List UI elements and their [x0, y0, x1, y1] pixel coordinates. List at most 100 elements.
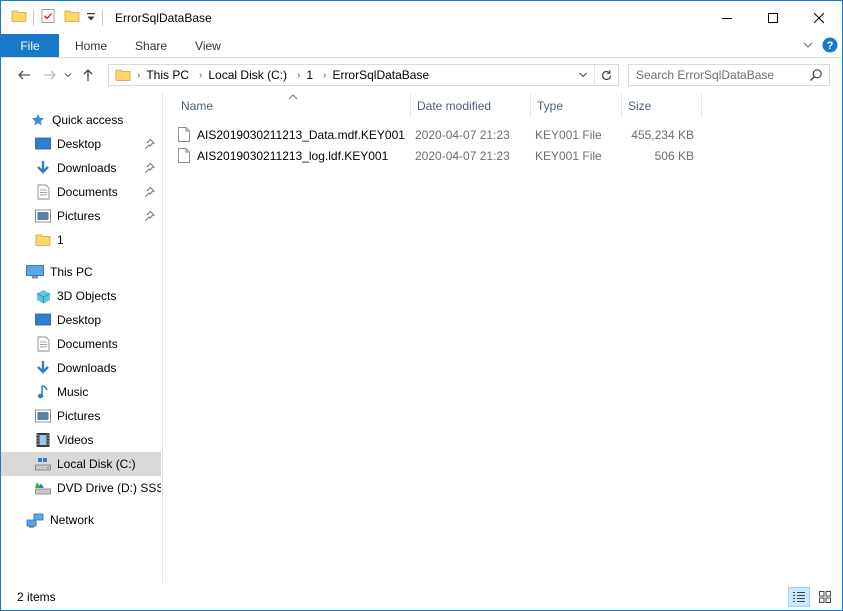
help-icon: ? — [822, 37, 838, 52]
address-bar[interactable]: › This PC › Local Disk (C:) › 1 › ErrorS… — [108, 64, 619, 86]
address-history-dropdown[interactable] — [574, 65, 592, 85]
file-name: AIS2019030211213_log.ldf.KEY001 — [197, 148, 389, 163]
customize-toolbar-icon[interactable] — [86, 11, 96, 25]
nav-label: DVD Drive (D:) SSS_X — [57, 481, 161, 495]
nav-label: Network — [50, 513, 95, 527]
nav-label: Documents — [57, 337, 118, 351]
properties-icon[interactable] — [40, 8, 56, 27]
tab-file[interactable]: File — [1, 34, 59, 57]
chevron-down-icon — [803, 42, 813, 48]
close-button[interactable] — [796, 1, 842, 34]
window-title: ErrorSqlDataBase — [115, 10, 212, 25]
column-header-name[interactable]: Name — [175, 94, 411, 118]
explorer-window: ErrorSqlDataBase File Home Share View ? — [0, 0, 843, 611]
pin-icon[interactable] — [144, 162, 156, 176]
nav-qa-pictures[interactable]: Pictures — [1, 204, 161, 228]
column-header-type[interactable]: Type — [531, 94, 622, 118]
refresh-icon — [601, 69, 612, 80]
nav-this-pc[interactable]: This PC — [1, 260, 161, 284]
file-type: KEY001 File — [535, 127, 602, 142]
nav-qa-desktop[interactable]: Desktop — [1, 132, 161, 156]
pin-icon[interactable] — [144, 138, 156, 152]
chevron-down-icon — [579, 72, 587, 78]
breadcrumb-local-disk[interactable]: Local Disk (C:) — [208, 68, 287, 82]
nav-quick-access[interactable]: Quick access — [1, 108, 161, 132]
search-icon[interactable] — [809, 68, 823, 85]
column-header-date[interactable]: Date modified — [411, 94, 531, 118]
drive-icon — [35, 456, 51, 472]
large-icons-view-button[interactable] — [814, 587, 836, 607]
expand-ribbon-button[interactable] — [802, 39, 814, 54]
file-date: 2020-04-07 21:23 — [415, 148, 510, 163]
maximize-button[interactable] — [750, 1, 796, 34]
nav-label: Pictures — [57, 209, 101, 223]
file-icon — [178, 148, 190, 163]
nav-qa-documents[interactable]: Documents — [1, 180, 161, 204]
nav-downloads[interactable]: Downloads — [1, 356, 161, 380]
tab-home[interactable]: Home — [61, 34, 121, 57]
nav-3d-objects[interactable]: 3D Objects — [1, 284, 161, 308]
file-row[interactable]: AIS2019030211213_log.ldf.KEY001 2020-04-… — [178, 145, 708, 166]
recent-locations-button[interactable] — [61, 64, 75, 86]
ribbon-right-controls: ? — [802, 34, 838, 58]
network-icon — [26, 512, 44, 528]
breadcrumb-chevron[interactable]: › — [297, 70, 300, 81]
nav-qa-folder-1[interactable]: 1 — [1, 228, 161, 252]
file-date: 2020-04-07 21:23 — [415, 127, 510, 142]
breadcrumb-chevron[interactable]: › — [199, 70, 202, 81]
nav-music[interactable]: Music — [1, 380, 161, 404]
nav-videos[interactable]: Videos — [1, 428, 161, 452]
pictures-icon — [35, 408, 51, 424]
title-bar: ErrorSqlDataBase — [1, 1, 842, 34]
help-button[interactable]: ? — [822, 37, 838, 56]
nav-label: Music — [57, 385, 89, 399]
nav-documents[interactable]: Documents — [1, 332, 161, 356]
forward-button[interactable] — [39, 64, 61, 86]
minimize-button[interactable] — [704, 1, 750, 34]
nav-qa-downloads[interactable]: Downloads — [1, 156, 161, 180]
details-view-icon — [793, 592, 805, 602]
search-box[interactable] — [628, 64, 830, 86]
tab-share[interactable]: Share — [121, 34, 181, 57]
window-controls — [704, 1, 842, 34]
divider — [33, 9, 34, 26]
details-view-button[interactable] — [788, 587, 810, 607]
breadcrumb-this-pc[interactable]: This PC — [146, 68, 189, 82]
quick-access-toolbar — [1, 1, 109, 34]
film-icon — [35, 432, 51, 448]
refresh-button[interactable] — [594, 65, 618, 85]
nav-desktop[interactable]: Desktop — [1, 308, 161, 332]
document-icon — [35, 336, 51, 352]
nav-pictures[interactable]: Pictures — [1, 404, 161, 428]
breadcrumb-chevron[interactable]: › — [323, 70, 326, 81]
arrow-left-icon — [18, 70, 30, 80]
up-button[interactable] — [77, 64, 99, 86]
file-list-pane: Name Date modified Type Size AIS20190302… — [164, 93, 842, 583]
column-header-size[interactable]: Size — [622, 94, 702, 118]
nav-label: 3D Objects — [57, 289, 117, 303]
address-row: › This PC › Local Disk (C:) › 1 › ErrorS… — [1, 59, 842, 91]
breadcrumb-chevron[interactable]: › — [137, 70, 140, 81]
pin-icon[interactable] — [144, 210, 156, 224]
nav-label: Quick access — [52, 113, 124, 127]
nav-dvd-drive[interactable]: DVD Drive (D:) SSS_X — [1, 476, 161, 500]
nav-label: Desktop — [57, 137, 102, 151]
back-button[interactable] — [13, 64, 35, 86]
nav-local-disk[interactable]: Local Disk (C:) — [1, 452, 161, 476]
breadcrumb-current[interactable]: ErrorSqlDataBase — [332, 68, 429, 82]
breadcrumb-folder-1[interactable]: 1 — [306, 68, 313, 82]
download-arrow-icon — [35, 360, 51, 376]
tab-view[interactable]: View — [181, 34, 235, 57]
search-input[interactable] — [636, 68, 806, 82]
ribbon-tabs: File Home Share View ? — [1, 34, 842, 58]
desktop-icon — [35, 312, 51, 328]
new-folder-icon[interactable] — [64, 8, 80, 27]
minimize-icon — [722, 17, 732, 19]
view-toggle — [788, 587, 836, 607]
pin-icon[interactable] — [144, 186, 156, 200]
nav-label: Downloads — [57, 361, 117, 375]
nav-network[interactable]: Network — [1, 508, 161, 532]
file-row[interactable]: AIS2019030211213_Data.mdf.KEY001 2020-04… — [178, 124, 708, 145]
star-icon — [30, 112, 46, 128]
file-name-cell: AIS2019030211213_Data.mdf.KEY001 — [178, 124, 405, 145]
